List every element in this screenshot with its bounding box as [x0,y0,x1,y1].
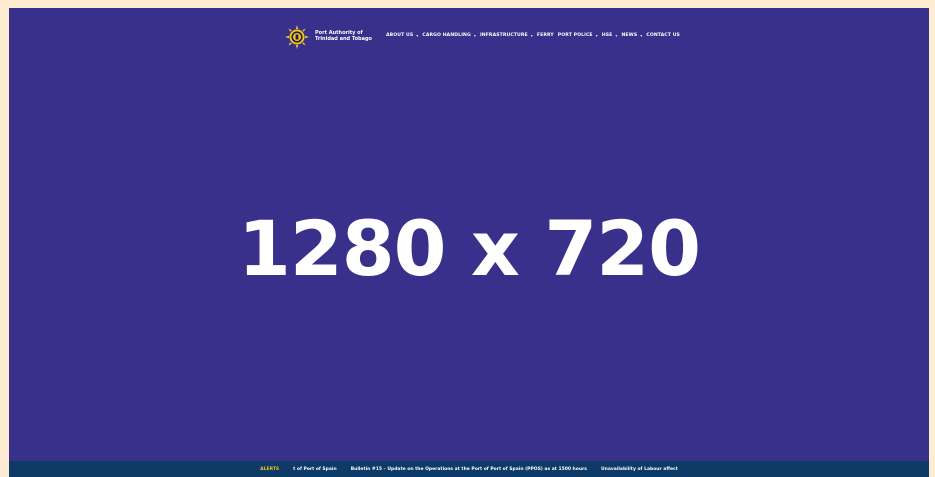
nav-item-infrastructure[interactable]: INFRASTRUCTURE ▾ [480,33,533,38]
nav-item-hse[interactable]: HSE ▾ [602,33,618,38]
alert-item[interactable]: t of Port of Spain [293,467,337,472]
chevron-down-icon: ▾ [615,33,618,38]
nav-label: FERRY [536,33,554,38]
nav-label: CONTACT US [646,33,680,38]
alert-item[interactable]: Bulletin #15 – Update on the Operations … [351,467,587,472]
organization-name[interactable]: Port Authority of Trinidad and Tobago [315,30,372,42]
nav-item-ferry[interactable]: FERRY [537,33,554,38]
hero-placeholder-text: 1280 x 720 [237,204,701,293]
alerts-ticker: ALERTS t of Port of Spain Bulletin #15 –… [9,461,929,477]
main-navigation: ABOUT US ▾ CARGO HANDLING ▾ INFRASTRUCTU… [386,33,680,38]
chevron-down-icon: ▾ [595,33,598,38]
chevron-down-icon: ▾ [473,33,476,38]
nav-label: HSE [601,33,613,38]
port-authority-seal-icon[interactable] [285,25,309,49]
nav-label: CARGO HANDLING [422,33,471,38]
nav-label: ABOUT US [386,33,414,38]
alert-item[interactable]: Unavailability of Labour affect [601,467,678,472]
alerts-label: ALERTS [260,466,280,472]
chevron-down-icon: ▾ [640,33,643,38]
chevron-down-icon: ▾ [530,33,533,38]
nav-item-cargo-handling[interactable]: CARGO HANDLING ▾ [422,33,476,38]
chevron-down-icon: ▾ [416,33,419,38]
nav-item-contact-us[interactable]: CONTACT US [646,33,680,38]
site-header: Port Authority of Trinidad and Tobago AB… [9,8,929,66]
nav-label: PORT POLICE [557,33,593,38]
nav-label: INFRASTRUCTURE [479,33,528,38]
nav-item-port-police[interactable]: PORT POLICE ▾ [558,33,598,38]
nav-item-news[interactable]: NEWS ▾ [621,33,642,38]
nav-item-about-us[interactable]: ABOUT US ▾ [386,33,418,38]
org-name-line2: Trinidad and Tobago [315,36,372,42]
page-frame: Port Authority of Trinidad and Tobago AB… [9,8,929,477]
nav-label: NEWS [621,33,638,38]
